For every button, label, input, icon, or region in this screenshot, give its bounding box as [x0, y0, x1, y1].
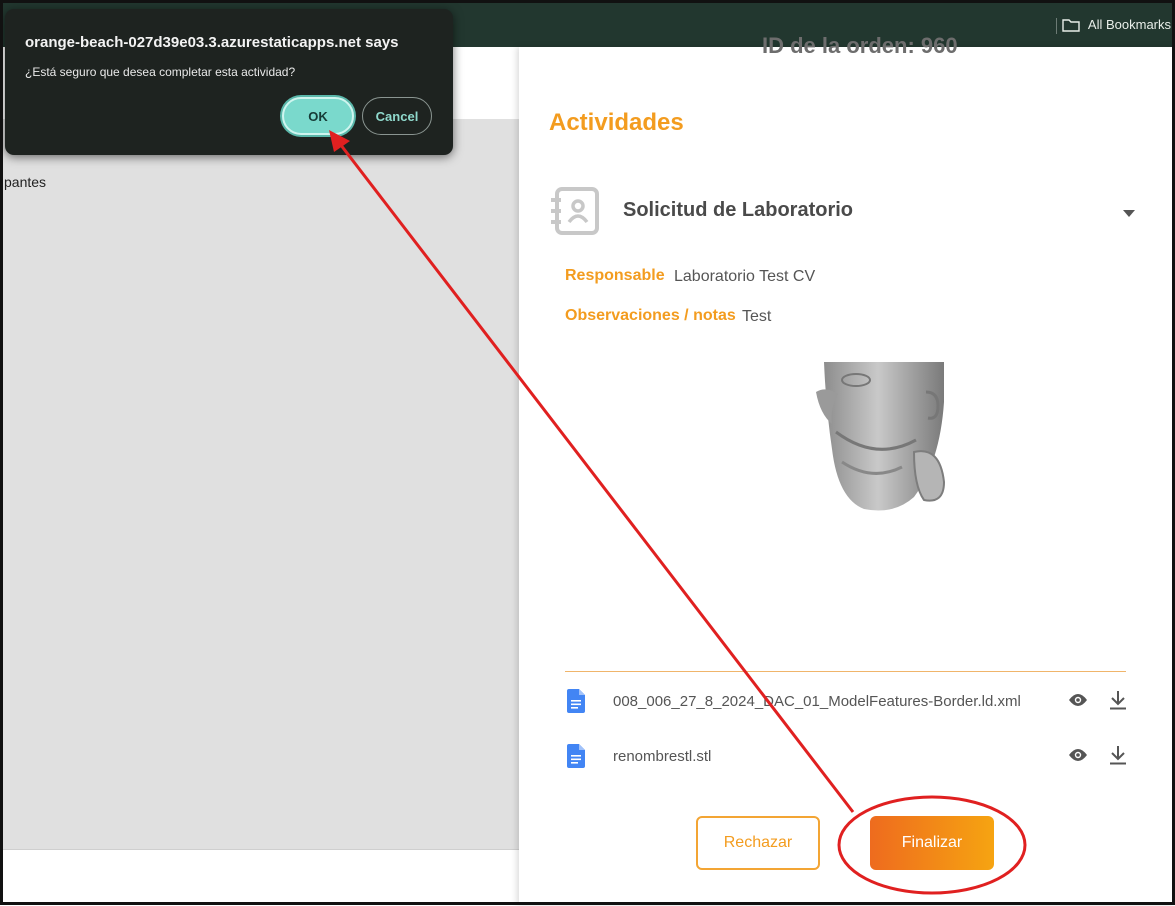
responsible-value: Laboratorio Test CV [674, 268, 816, 285]
download-icon[interactable] [1109, 690, 1127, 715]
confirm-dialog: orange-beach-027d39e03.3.azurestaticapps… [5, 9, 453, 155]
eye-icon[interactable] [1068, 748, 1088, 767]
notes-label: Observaciones / notas [565, 307, 736, 324]
caret-down-icon[interactable] [1122, 205, 1136, 223]
files-divider [565, 671, 1126, 672]
notes-value: Test [742, 308, 772, 325]
toolbar-separator [1056, 18, 1057, 34]
file-name[interactable]: 008_006_27_8_2024_DAC_01_ModelFeatures-B… [613, 693, 1021, 710]
responsible-label: Responsable [565, 267, 665, 284]
all-bookmarks-label: All Bookmarks [1087, 17, 1171, 32]
document-icon [567, 744, 585, 773]
folder-icon [1062, 18, 1080, 32]
dialog-title: orange-beach-027d39e03.3.azurestaticapps… [25, 34, 399, 51]
background-content-area [0, 119, 519, 849]
3d-model-preview [814, 362, 949, 519]
activity-title[interactable]: Solicitud de Laboratorio [623, 199, 853, 222]
file-name[interactable]: renombrestl.stl [613, 748, 711, 765]
ok-button[interactable]: OK [282, 97, 354, 135]
order-detail-panel: ID de la orden: 960 Actividades Solicitu… [519, 33, 1175, 905]
all-bookmarks-button[interactable]: All Bookmarks [1062, 17, 1171, 32]
cancel-button[interactable]: Cancel [362, 97, 432, 135]
dialog-message: ¿Está seguro que desea completar esta ac… [25, 65, 296, 79]
order-id-heading: ID de la orden: 960 [762, 33, 958, 58]
document-icon [567, 689, 585, 718]
contacts-book-icon [549, 186, 601, 241]
file-row: 008_006_27_8_2024_DAC_01_ModelFeatures-B… [565, 685, 1126, 719]
download-icon[interactable] [1109, 745, 1127, 770]
eye-icon[interactable] [1068, 693, 1088, 712]
reject-button[interactable]: Rechazar [696, 816, 820, 870]
activities-title: Actividades [549, 109, 684, 136]
background-footer [0, 849, 519, 906]
background-partial-text: pantes [4, 174, 47, 190]
file-row: renombrestl.stl [565, 740, 1126, 774]
finish-button[interactable]: Finalizar [870, 816, 994, 870]
